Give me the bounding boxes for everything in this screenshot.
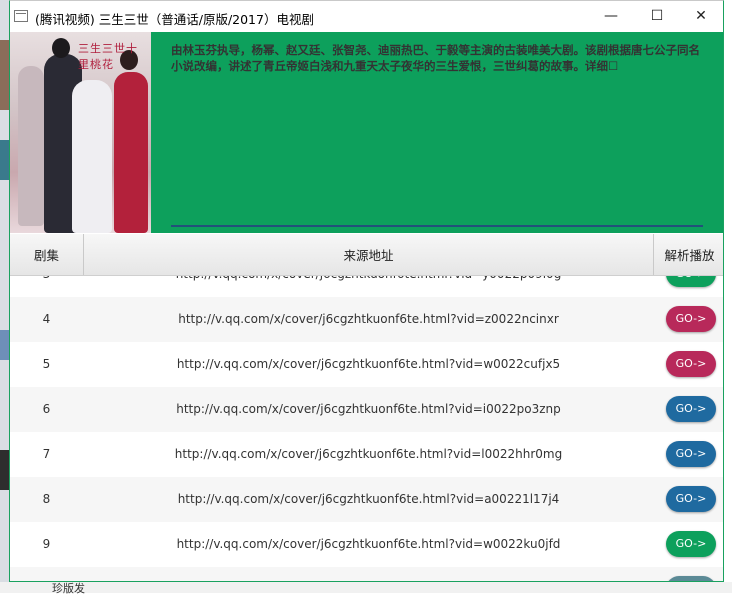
episode-number: 10 (10, 567, 83, 581)
window-title: (腾讯视频) 三生三世（普通话/原版/2017）电视剧 (35, 12, 314, 27)
episode-number: 8 (42, 492, 51, 506)
show-info-header: 三生三世十里桃花 由林玉芬执导，杨幂、赵又廷、张智尧、迪丽热巴、于毅等主演的古装… (10, 32, 723, 233)
source-url: http://v.qq.com/x/cover/j6cgzhtkuonf6te.… (176, 537, 561, 551)
episode-number: 5 (42, 357, 51, 371)
table-row: 7 http://v.qq.com/x/cover/j6cgzhtkuonf6t… (10, 432, 723, 477)
play-button[interactable]: GO-> (666, 396, 716, 422)
play-button[interactable]: GO-> (666, 276, 716, 287)
table-row: 6 http://v.qq.com/x/cover/j6cgzhtkuonf6t… (10, 387, 723, 432)
column-header-episode[interactable]: 剧集 (10, 234, 84, 275)
episode-number: 3 (10, 276, 83, 297)
play-button[interactable]: GO-> (666, 441, 716, 467)
source-url: http://v.qq.com/x/cover/j6cgzhtkuonf6te.… (176, 402, 561, 416)
source-url: http://v.qq.com/x/cover/j6cgzhtkuonf6te.… (84, 276, 653, 297)
source-url: http://v.qq.com/x/cover/j6cgzhtkuonf6te.… (178, 312, 559, 326)
table-row: 3 http://v.qq.com/x/cover/j6cgzhtkuonf6t… (10, 276, 723, 297)
table-row: 9 http://v.qq.com/x/cover/j6cgzhtkuonf6t… (10, 522, 723, 567)
close-button[interactable]: ✕ (678, 1, 723, 32)
table-row: 10 GO-> (10, 567, 723, 581)
episode-number: 9 (42, 537, 51, 551)
desktop-bottom-strip: 珍版发 (0, 582, 732, 595)
table-row: 4 http://v.qq.com/x/cover/j6cgzhtkuonf6t… (10, 297, 723, 342)
play-button[interactable]: GO-> (666, 576, 716, 581)
play-button[interactable]: GO-> (666, 531, 716, 557)
window-icon (14, 10, 28, 22)
play-button[interactable]: GO-> (666, 351, 716, 377)
table-row: 8 http://v.qq.com/x/cover/j6cgzhtkuonf6t… (10, 477, 723, 522)
episode-number: 4 (42, 312, 51, 326)
column-header-source-url[interactable]: 来源地址 (84, 234, 654, 275)
source-url: http://v.qq.com/x/cover/j6cgzhtkuonf6te.… (176, 357, 561, 371)
play-button[interactable]: GO-> (666, 306, 716, 332)
poster-image: 三生三世十里桃花 (10, 32, 151, 233)
source-url: http://v.qq.com/x/cover/j6cgzhtkuonf6te.… (177, 492, 560, 506)
source-url: http://v.qq.com/x/cover/j6cgzhtkuonf6te.… (174, 447, 563, 461)
poster-title: 三生三世十里桃花 (78, 42, 138, 71)
table-row: 5 http://v.qq.com/x/cover/j6cgzhtkuonf6t… (10, 342, 723, 387)
minimize-button[interactable]: — (588, 1, 634, 32)
episode-number: 6 (42, 402, 51, 416)
header-divider (171, 225, 703, 227)
show-description: 由林玉芬执导，杨幂、赵又廷、张智尧、迪丽热巴、于毅等主演的古装唯美大剧。该剧根据… (171, 43, 700, 73)
title-bar[interactable]: (腾讯视频) 三生三世（普通话/原版/2017）电视剧 — ☐ ✕ (10, 1, 723, 32)
maximize-button[interactable]: ☐ (634, 1, 680, 32)
play-button[interactable]: GO-> (666, 486, 716, 512)
desktop-item-label: 珍版发 (52, 582, 85, 595)
app-window: (腾讯视频) 三生三世（普通话/原版/2017）电视剧 — ☐ ✕ 三生三世十里… (9, 0, 724, 582)
source-url (84, 567, 653, 581)
episode-list[interactable]: 3 http://v.qq.com/x/cover/j6cgzhtkuonf6t… (10, 276, 723, 581)
episode-number: 7 (42, 447, 51, 461)
column-header-play[interactable]: 解析播放 (654, 234, 723, 275)
table-header: 剧集 来源地址 解析播放 (10, 234, 723, 276)
